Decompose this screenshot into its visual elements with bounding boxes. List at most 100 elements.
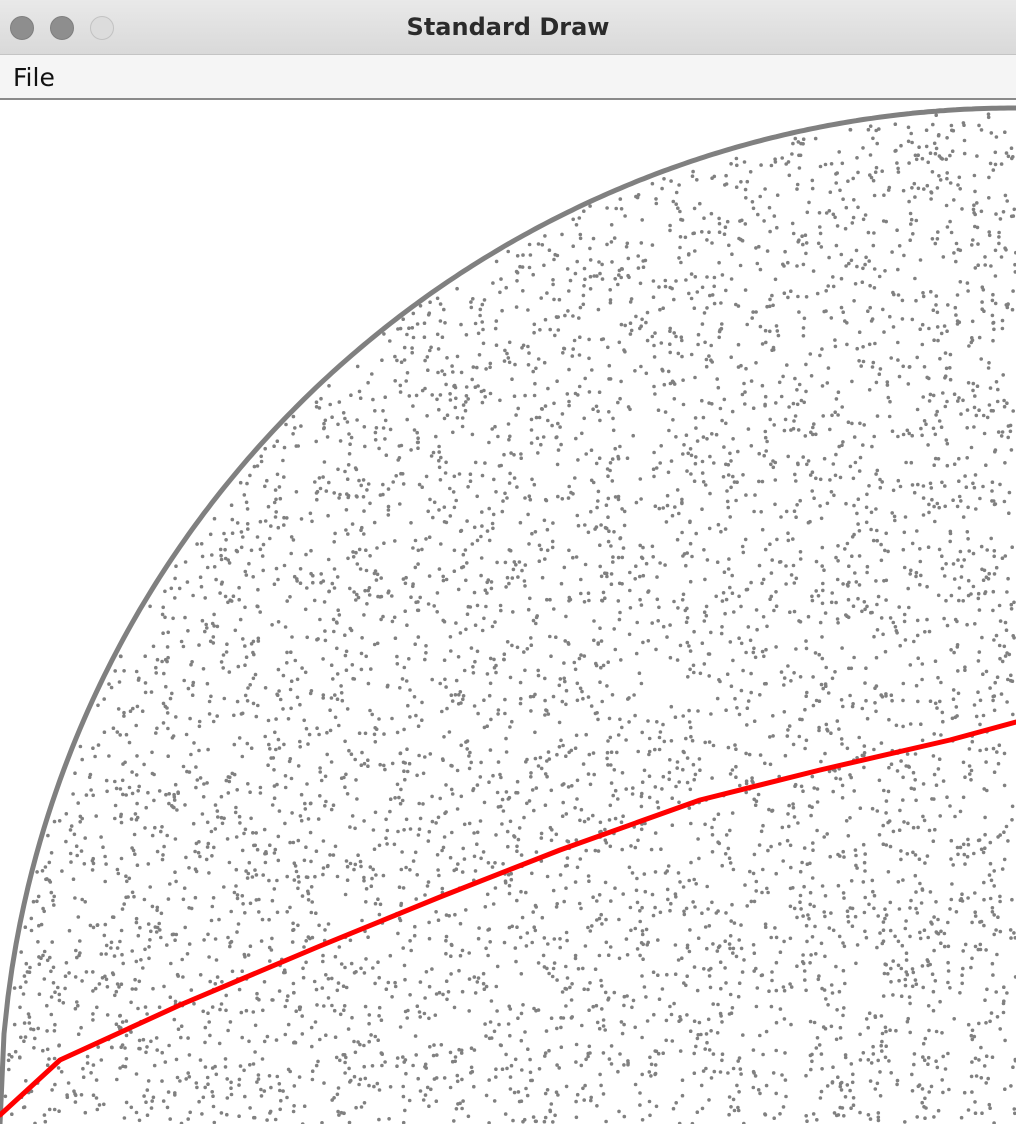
scatter-point <box>164 792 168 797</box>
scatter-point <box>401 1094 406 1099</box>
scatter-point <box>529 775 533 779</box>
scatter-point <box>977 1021 981 1026</box>
scatter-point <box>105 1013 110 1017</box>
scatter-point <box>471 365 476 369</box>
scatter-point <box>757 479 761 484</box>
scatter-point <box>346 532 350 536</box>
scatter-point <box>577 216 582 220</box>
scatter-point <box>617 617 622 622</box>
scatter-point <box>480 524 484 528</box>
scatter-point <box>443 471 448 475</box>
scatter-point <box>841 1013 845 1018</box>
scatter-point <box>362 875 366 880</box>
scatter-point <box>205 565 210 570</box>
scatter-point <box>465 561 469 565</box>
scatter-point <box>309 885 314 889</box>
scatter-point <box>978 748 982 753</box>
scatter-point <box>393 379 398 383</box>
scatter-point <box>357 478 361 483</box>
scatter-point <box>891 959 895 963</box>
scatter-point <box>700 459 705 464</box>
scatter-point <box>552 607 556 611</box>
scatter-point <box>581 966 585 971</box>
scatter-point <box>606 739 610 743</box>
scatter-point <box>322 1004 326 1008</box>
scatter-point <box>519 889 523 894</box>
scatter-point <box>393 636 398 640</box>
scatter-point <box>990 499 994 503</box>
scatter-point <box>640 730 644 735</box>
scatter-point <box>1009 146 1014 150</box>
scatter-point <box>310 1069 315 1073</box>
scatter-point <box>565 392 570 396</box>
scatter-point <box>668 228 672 233</box>
scatter-point <box>547 1048 551 1053</box>
scatter-point <box>454 1107 459 1111</box>
scatter-point <box>888 928 893 933</box>
scatter-point <box>881 632 885 637</box>
scatter-point <box>856 522 860 526</box>
scatter-point <box>223 594 228 599</box>
scatter-point <box>1004 628 1009 632</box>
scatter-point <box>371 966 375 970</box>
scatter-point <box>1006 677 1010 682</box>
scatter-point <box>411 335 416 340</box>
scatter-point <box>402 828 406 832</box>
scatter-point <box>894 148 898 153</box>
scatter-point <box>644 995 648 999</box>
scatter-point <box>687 720 692 724</box>
scatter-point <box>731 1097 736 1102</box>
scatter-point <box>902 612 907 617</box>
menu-bar: File <box>0 55 1016 100</box>
scatter-point <box>926 1055 931 1060</box>
scatter-point <box>511 1118 515 1123</box>
scatter-point <box>354 778 358 782</box>
scatter-point <box>343 1060 347 1065</box>
scatter-point <box>826 691 831 695</box>
scatter-point <box>805 690 809 695</box>
scatter-point <box>293 658 298 663</box>
scatter-point <box>889 980 893 984</box>
scatter-point <box>817 1043 822 1047</box>
scatter-point <box>460 1077 464 1082</box>
scatter-point <box>884 811 888 815</box>
scatter-point <box>300 894 305 898</box>
scatter-point <box>854 580 859 584</box>
scatter-point <box>915 407 920 412</box>
drawing-canvas[interactable] <box>0 100 1016 1124</box>
scatter-point <box>660 787 664 791</box>
scatter-point <box>489 717 493 722</box>
scatter-point <box>867 1011 872 1015</box>
scatter-point <box>734 498 738 503</box>
scatter-point <box>952 462 957 467</box>
scatter-point <box>510 643 514 648</box>
scatter-point <box>479 389 484 394</box>
scatter-point <box>402 665 407 670</box>
scatter-point <box>961 842 966 847</box>
scatter-point <box>645 310 650 315</box>
scatter-point <box>236 922 241 926</box>
scatter-point <box>466 604 471 609</box>
scatter-point <box>506 844 510 849</box>
scatter-point <box>517 560 522 564</box>
scatter-point <box>415 440 420 445</box>
scatter-point <box>1002 985 1006 989</box>
scatter-point <box>982 880 986 885</box>
scatter-point <box>464 394 469 398</box>
scatter-point <box>344 859 349 863</box>
scatter-point <box>212 612 216 617</box>
title-bar[interactable]: Standard Draw <box>0 0 1016 55</box>
scatter-point <box>678 880 682 884</box>
scatter-point <box>529 709 533 713</box>
scatter-point <box>681 402 686 407</box>
scatter-point <box>571 314 575 318</box>
scatter-point <box>588 782 593 787</box>
scatter-point <box>617 1109 621 1114</box>
scatter-point <box>459 322 463 327</box>
scatter-point <box>620 555 625 560</box>
scatter-point <box>326 557 331 562</box>
menu-file[interactable]: File <box>8 61 60 95</box>
scatter-point <box>742 958 746 962</box>
scatter-point <box>925 584 929 589</box>
scatter-point <box>135 815 140 820</box>
